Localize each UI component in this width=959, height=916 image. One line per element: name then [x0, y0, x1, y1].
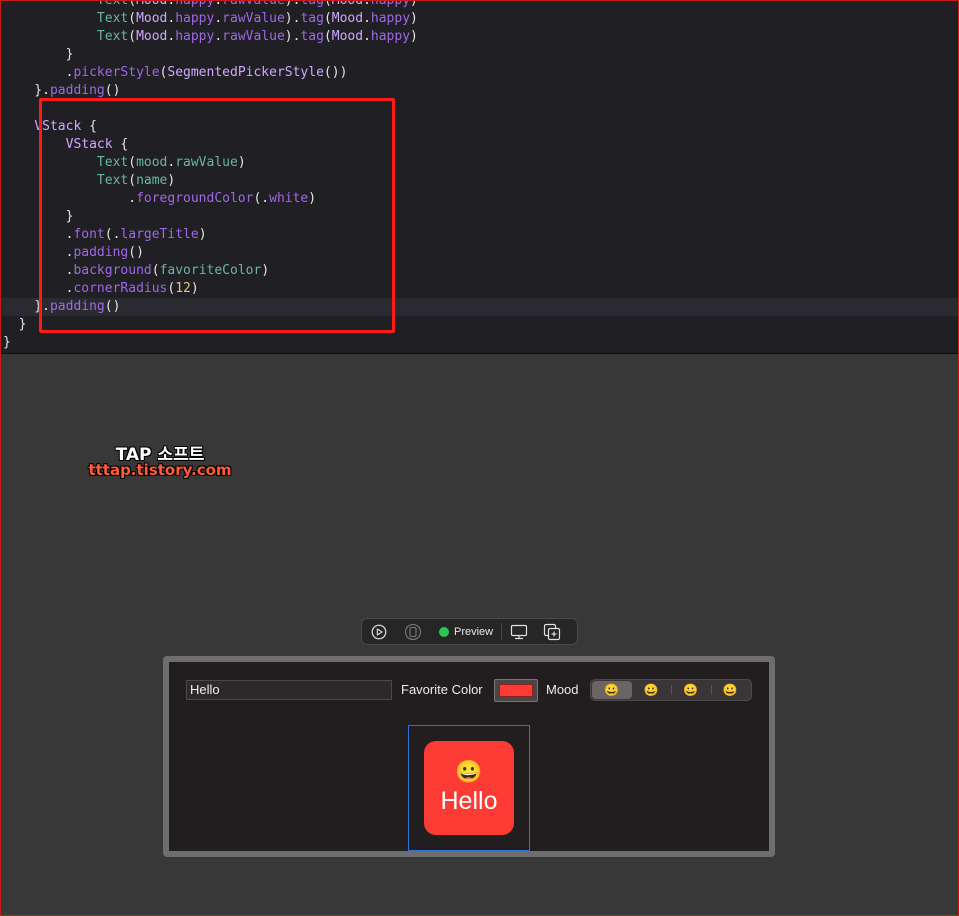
code-token: . — [363, 29, 371, 44]
variant-button[interactable] — [395, 619, 431, 644]
code-token: ( — [128, 11, 137, 26]
preview-canvas: Hello Favorite Color Mood 😀 😀 😀 😀 😀 Hell… — [169, 662, 769, 851]
color-picker-well[interactable] — [494, 679, 538, 702]
code-line: } — [0, 46, 959, 64]
code-token: padding — [49, 83, 105, 98]
code-token: }. — [3, 83, 50, 98]
code-token: Mood — [136, 0, 168, 8]
card-mood-emoji: 😀 — [455, 759, 483, 784]
code-token: happy — [175, 0, 215, 8]
code-line: Text(Mood.happy.rawValue).tag(Mood.happy… — [0, 28, 959, 46]
code-token: happy — [370, 0, 411, 8]
code-token: } — [3, 317, 27, 332]
duplicate-preview-button[interactable] — [535, 619, 568, 644]
code-token: () — [104, 83, 121, 98]
code-token: ( — [323, 0, 332, 8]
status-dot-icon — [439, 626, 449, 637]
mood-card: 😀 Hello — [424, 741, 514, 835]
preview-canvas-frame: Hello Favorite Color Mood 😀 😀 😀 😀 😀 Hell… — [163, 656, 775, 857]
highlight-annotation-box — [39, 98, 395, 333]
code-token: happy — [175, 11, 215, 26]
device-variant-icon — [404, 623, 422, 640]
play-circle-icon — [371, 624, 386, 639]
code-line: .pickerStyle(SegmentedPickerStyle()) — [0, 64, 959, 82]
preview-label: Preview — [454, 625, 494, 638]
code-token: SegmentedPickerStyle — [167, 65, 324, 80]
device-settings-icon — [510, 624, 527, 639]
code-token: ) — [410, 29, 418, 44]
card-name-text: Hello — [440, 787, 498, 815]
code-token: Mood — [331, 29, 364, 44]
mood-segmented-picker[interactable]: 😀 😀 😀 😀 — [590, 679, 752, 701]
code-token: ) — [410, 0, 418, 8]
code-token: Mood — [331, 0, 364, 8]
favorite-color-label: Favorite Color — [401, 682, 483, 697]
code-token: ( — [323, 11, 332, 26]
code-token: ()) — [323, 65, 348, 80]
code-line: Text(Mood.happy.rawValue).tag(Mood.happy… — [0, 0, 959, 10]
code-token: ( — [128, 29, 137, 44]
code-line: } — [0, 334, 959, 352]
code-token: . — [363, 0, 371, 8]
code-token: Text — [96, 0, 129, 8]
mood-label: Mood — [546, 682, 579, 697]
mood-segment[interactable]: 😀 — [671, 681, 711, 699]
mood-segment[interactable]: 😀 — [632, 681, 672, 699]
code-token: . — [214, 11, 223, 26]
code-token: Mood — [331, 11, 364, 26]
code-token: Text — [96, 11, 129, 26]
code-token: ). — [284, 0, 301, 8]
code-token: Mood — [136, 29, 168, 44]
code-token: ( — [323, 29, 332, 44]
code-token: rawValue — [222, 29, 285, 44]
color-swatch — [499, 684, 533, 697]
name-text-field[interactable]: Hello — [186, 680, 392, 700]
device-settings-button[interactable] — [502, 619, 535, 644]
code-token: . — [214, 0, 223, 8]
code-token: . — [363, 11, 371, 26]
code-token: rawValue — [222, 11, 285, 26]
code-token: . — [3, 65, 74, 80]
code-token: tag — [300, 0, 324, 8]
duplicate-preview-icon — [543, 623, 560, 640]
code-token: happy — [370, 11, 411, 26]
code-line: Text(Mood.happy.rawValue).tag(Mood.happy… — [0, 10, 959, 28]
code-token: tag — [300, 29, 324, 44]
code-token: . — [214, 29, 223, 44]
mood-segment[interactable]: 😀 — [710, 681, 751, 699]
code-token: rawValue — [222, 0, 285, 8]
code-token: happy — [175, 29, 215, 44]
code-token: } — [3, 335, 11, 350]
live-preview-button[interactable] — [362, 619, 395, 644]
code-token: ( — [128, 0, 137, 8]
preview-toolbar: Preview — [361, 618, 578, 645]
preview-status[interactable]: Preview — [431, 626, 501, 638]
code-token: tag — [300, 11, 324, 26]
code-token: ). — [284, 11, 301, 26]
code-token: Text — [96, 29, 129, 44]
watermark-url: tttap.tistory.com — [88, 461, 232, 479]
mood-segment[interactable]: 😀 — [592, 681, 632, 699]
code-token: } — [3, 47, 74, 62]
code-token: Mood — [136, 11, 168, 26]
code-token: pickerStyle — [73, 65, 160, 80]
code-token: ). — [284, 29, 301, 44]
code-token: happy — [370, 29, 411, 44]
code-token: ) — [410, 11, 418, 26]
